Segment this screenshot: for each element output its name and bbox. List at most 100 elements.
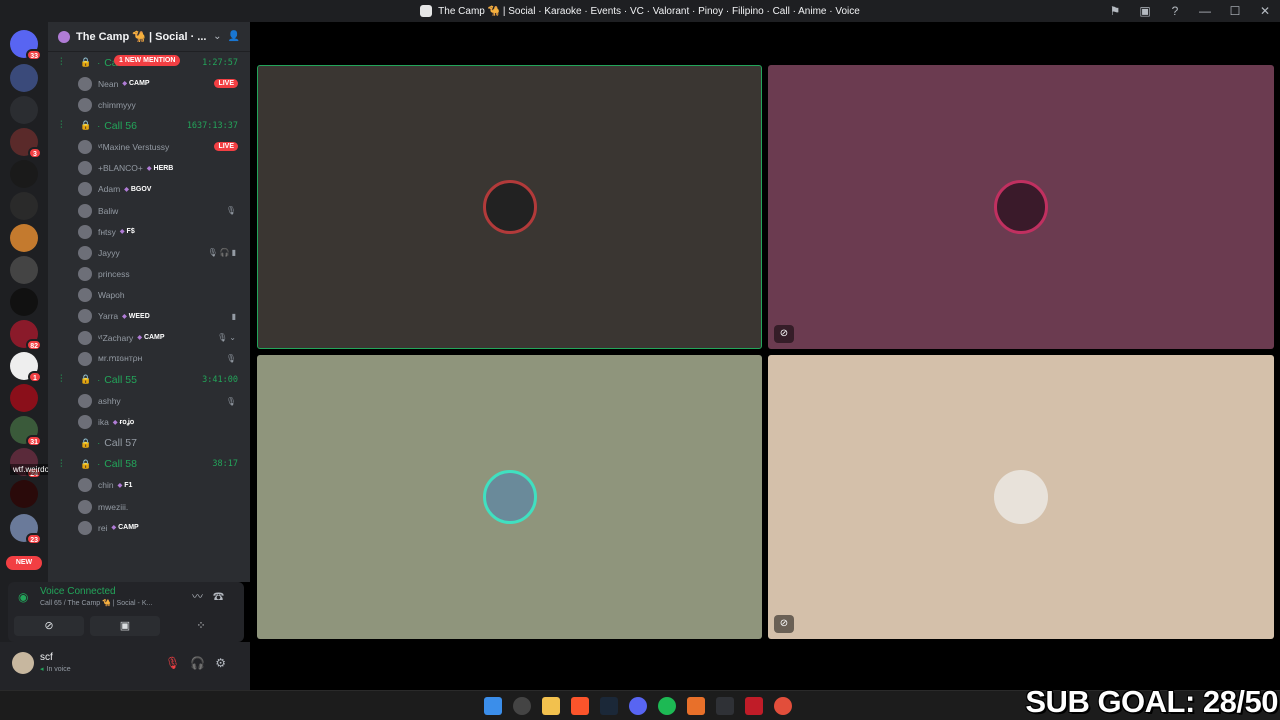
- window-titlebar: The Camp 🐪 | Social · Karaoke · Events ·…: [0, 0, 1280, 22]
- voice-channel[interactable]: ⫶ 🔒 · Call 56 1637:13:37: [48, 115, 250, 136]
- discord-icon[interactable]: [629, 697, 647, 715]
- voice-user[interactable]: fнtsy F$: [48, 221, 250, 242]
- user-name: Nean: [98, 78, 119, 89]
- screen-share-button[interactable]: ▣: [90, 616, 160, 636]
- server-badge: 3: [28, 147, 42, 159]
- user-name: мr.ꭑɪɢнтρн: [98, 353, 143, 364]
- voice-user[interactable]: ᵛᵗMaxine Verstussy LIVE: [48, 136, 250, 157]
- channel-timer: 1637:13:37: [186, 120, 238, 131]
- mic-muted-icon[interactable]: 🎙: [165, 656, 190, 670]
- user-tag: ғօʝօ: [113, 418, 135, 426]
- minimize-button[interactable]: —: [1190, 4, 1220, 18]
- brave-icon[interactable]: [571, 697, 589, 715]
- screen-icon[interactable]: ▣: [1130, 4, 1160, 18]
- voice-user[interactable]: ᵛᵗZacharyCAMP 🎙⌄: [48, 327, 250, 348]
- server-icon[interactable]: [10, 224, 38, 252]
- server-icon[interactable]: 3: [10, 128, 42, 159]
- gear-icon[interactable]: ⚙: [215, 656, 236, 670]
- search-icon[interactable]: [513, 697, 531, 715]
- user-name: princess: [98, 269, 130, 280]
- voice-channel[interactable]: 🔒 · Call 57: [48, 433, 250, 454]
- lock-icon: 🔒: [80, 120, 92, 131]
- voice-user[interactable]: YarraWEED ▮: [48, 306, 250, 327]
- voice-location[interactable]: Call 65 / The Camp 🐪 | Social - K...: [40, 599, 152, 607]
- camera-button[interactable]: ⊘: [14, 616, 84, 636]
- server-icon-selected[interactable]: 1: [10, 352, 42, 383]
- voice-user[interactable]: NeanCAMP LIVE: [48, 73, 250, 94]
- voice-channel[interactable]: ⫶ 🔒 · Call 55 3:41:00: [48, 369, 250, 390]
- server-icon[interactable]: [10, 256, 38, 284]
- voice-status[interactable]: Voice Connected: [40, 586, 116, 597]
- lock-icon: 🔒: [80, 374, 92, 385]
- user-name[interactable]: scf: [40, 652, 53, 663]
- server-icon[interactable]: [10, 64, 38, 92]
- voice-user[interactable]: Jayyy 🎙🎧▮: [48, 242, 250, 263]
- voice-user[interactable]: princess: [48, 264, 250, 285]
- server-icon[interactable]: [10, 288, 38, 316]
- voice-user[interactable]: мr.ꭑɪɢнтρн 🎙: [48, 348, 250, 369]
- user-tag: CAMP: [111, 524, 139, 531]
- participant-tile[interactable]: [257, 355, 762, 639]
- server-icon[interactable]: 23: [10, 514, 42, 545]
- user-tag: F1: [118, 482, 132, 489]
- inbox-icon[interactable]: ⚑: [1100, 4, 1130, 18]
- app-icon[interactable]: [774, 697, 792, 715]
- maximize-button[interactable]: ☐: [1220, 4, 1250, 18]
- user-name: ashhy: [98, 396, 121, 407]
- avatar: [78, 288, 92, 303]
- voice-user[interactable]: chimmyyy: [48, 94, 250, 115]
- voice-user[interactable]: +BLANCO+ HERB: [48, 158, 250, 179]
- participant-tile[interactable]: ⊘: [768, 355, 1274, 639]
- new-mention-pill[interactable]: 1 NEW MENTION: [114, 55, 181, 66]
- server-icon[interactable]: [10, 480, 38, 508]
- voice-user[interactable]: ashhy 🎙: [48, 390, 250, 411]
- voice-user[interactable]: Baliw 🎙: [48, 200, 250, 221]
- folder-icon[interactable]: [10, 96, 38, 124]
- participant-tile[interactable]: ⊘: [768, 65, 1274, 349]
- voice-user[interactable]: reiCAMP: [48, 517, 250, 538]
- sub-goal-overlay: SUB GOAL: 28/50: [1025, 684, 1278, 719]
- help-icon[interactable]: ?: [1160, 4, 1190, 18]
- voice-user[interactable]: AdamBGOV: [48, 179, 250, 200]
- terminal-icon[interactable]: [716, 697, 734, 715]
- avatar: [78, 520, 92, 535]
- close-button[interactable]: ✕: [1250, 4, 1280, 18]
- user-tag: HERB: [147, 165, 174, 172]
- app-icon[interactable]: [745, 697, 763, 715]
- noise-suppression-icon[interactable]: 〰: [192, 591, 213, 603]
- server-name: The Camp 🐪 | Social · ...: [76, 31, 207, 43]
- activities-button[interactable]: ⁘: [166, 616, 236, 636]
- avatar[interactable]: [12, 652, 34, 674]
- new-pill[interactable]: NEW: [6, 556, 42, 570]
- steam-icon[interactable]: [600, 697, 618, 715]
- server-header[interactable]: The Camp 🐪 | Social · ... ⌄ 👤: [48, 22, 250, 52]
- avatar: [78, 97, 92, 112]
- app-icon[interactable]: [687, 697, 705, 715]
- voice-channel[interactable]: ⫶ 🔒 · Call 58 38:17: [48, 454, 250, 475]
- server-icon[interactable]: [10, 384, 38, 412]
- lock-icon: 🔒: [80, 57, 92, 67]
- voice-channel[interactable]: ⫶ 🔒 · Ca 1:27:57 1 NEW MENTION: [48, 52, 250, 73]
- server-icon[interactable]: 82: [10, 320, 42, 351]
- voice-user[interactable]: chin F1: [48, 475, 250, 496]
- add-member-icon[interactable]: 👤: [228, 31, 240, 42]
- folder-icon[interactable]: [542, 697, 560, 715]
- disconnect-icon[interactable]: ☎: [213, 591, 234, 603]
- chevron-down-icon[interactable]: ⌄: [213, 31, 221, 42]
- voice-user[interactable]: mweziii.: [48, 496, 250, 517]
- home-button[interactable]: 33: [10, 30, 42, 61]
- server-icon[interactable]: 31: [10, 416, 42, 447]
- server-icon[interactable]: [10, 192, 38, 220]
- signal-icon[interactable]: ◉: [18, 590, 28, 604]
- voice-activity-icon: ⫶: [60, 57, 63, 68]
- server-icon[interactable]: [10, 160, 38, 188]
- participant-tile[interactable]: [257, 65, 762, 349]
- avatar: [78, 76, 92, 91]
- video-stage: ⊘ ⊘: [250, 22, 1280, 690]
- spotify-icon[interactable]: [658, 697, 676, 715]
- server-badge: 82: [26, 339, 42, 351]
- headphones-icon[interactable]: 🎧: [190, 656, 215, 670]
- voice-user[interactable]: Wapoh: [48, 285, 250, 306]
- start-icon[interactable]: [484, 697, 502, 715]
- voice-user[interactable]: ikaғօʝօ: [48, 412, 250, 433]
